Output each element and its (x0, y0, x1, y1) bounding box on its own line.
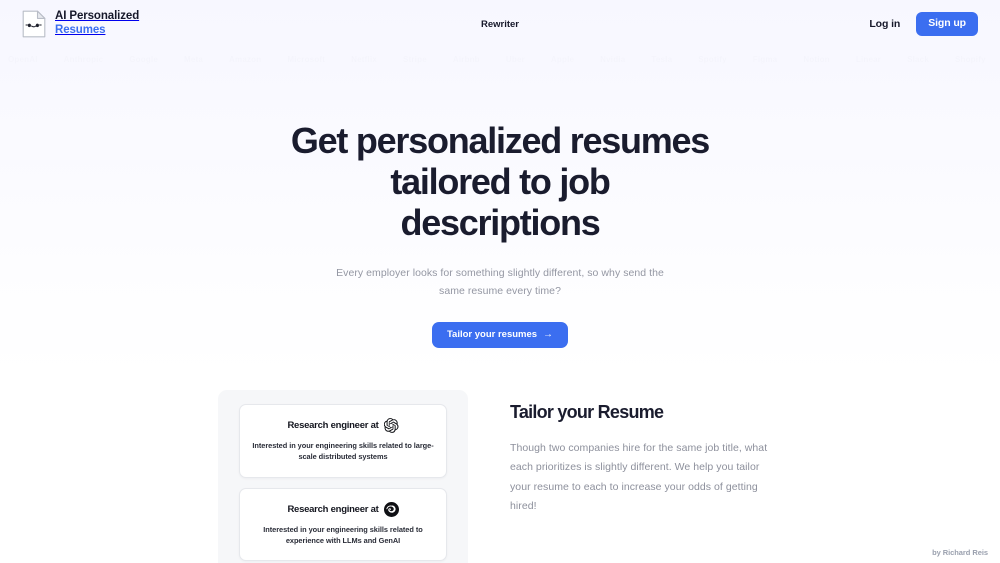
ticker-logo-item: Meta (184, 54, 204, 64)
job-card[interactable]: Research engineer at Interested in your … (239, 487, 447, 561)
hero-section: Get personalized resumes tailored to job… (0, 120, 1000, 348)
job-card-title: Research engineer at (287, 420, 379, 431)
job-card[interactable]: Research engineer at Interested in your … (239, 404, 447, 478)
header-actions: Log in Sign up (869, 12, 978, 36)
feature-visual-column: Research engineer at Interested in your … (0, 390, 500, 563)
footer-credit[interactable]: by Richard Reis (932, 548, 988, 557)
ticker-logo-item: OpenAI (8, 54, 38, 64)
job-cards-panel: Research engineer at Interested in your … (218, 390, 468, 563)
tailor-your-resumes-button[interactable]: Tailor your resumes → (431, 321, 569, 348)
login-link[interactable]: Log in (869, 18, 900, 30)
ticker-logo-item: Notion (803, 54, 830, 64)
ticker-logo-item: Google (129, 54, 158, 64)
ticker-logo-item: Netflix (351, 54, 378, 64)
ticker-logo-item: Apple (550, 54, 575, 64)
cta-label: Tailor your resumes (446, 329, 538, 340)
brand-text: AI Personalized Resumes (55, 10, 139, 37)
landing-page: AI Personalized Resumes Rewriter Log in … (0, 0, 1000, 563)
site-header: AI Personalized Resumes Rewriter Log in … (0, 0, 1000, 48)
signup-button[interactable]: Sign up (916, 12, 978, 36)
ticker-logo-item: Stripe (403, 54, 427, 64)
feature-body-text: Though two companies hire for the same j… (510, 442, 768, 513)
brand-logo-link[interactable]: AI Personalized Resumes (22, 10, 139, 38)
ticker-logo-item: Tesla (651, 54, 673, 64)
job-card-description: Interested in your engineering skills re… (252, 441, 434, 462)
ticker-logo-item: Spotify (698, 54, 727, 64)
hero-title: Get personalized resumes tailored to job… (290, 120, 710, 244)
ticker-logo-item: Shopify (954, 54, 986, 64)
ticker-logo-item: Airbnb (452, 54, 480, 64)
primary-nav: Rewriter (0, 0, 1000, 48)
job-card-header: Research engineer at (250, 501, 436, 517)
ticker-logo-item: Amazon (229, 54, 262, 64)
feature-text-column: Tailor your Resume Though two companies … (500, 390, 1000, 563)
ticker-logo-item: Uber (505, 54, 525, 64)
ticker-logo-item: Anthropic (63, 54, 104, 64)
feature-section: Research engineer at Interested in your … (0, 390, 1000, 563)
job-card-title: Research engineer at (287, 503, 379, 515)
nav-link-rewriter[interactable]: Rewriter (481, 19, 519, 30)
ticker-logo-item: Figma (752, 54, 778, 64)
ticker-logo-item: Nvidia (600, 54, 626, 64)
arrow-right-icon: → (543, 328, 554, 340)
partner-logo-ticker: OpenAI Anthropic Google Meta Amazon Microsoft… (0, 48, 1000, 70)
ticker-logo-item: Microsoft (287, 54, 326, 64)
brand-name-line-1: AI Personalized (55, 10, 140, 23)
job-card-header: Research engineer at (250, 418, 436, 433)
feature-title: Tailor your Resume (510, 402, 664, 422)
hero-subtitle: Every employer looks for something sligh… (336, 266, 664, 297)
document-face-icon (22, 10, 46, 38)
anthropic-swirl-logo-icon (383, 501, 399, 517)
brand-name-line-2: Resumes (55, 24, 106, 36)
ticker-logo-item: Slack (907, 54, 929, 64)
openai-logo-icon (383, 418, 399, 433)
ticker-logo-item: Linear (855, 54, 882, 64)
job-card-description: Interested in your engineering skills re… (263, 524, 423, 545)
hero-cta-wrapper: Tailor your resumes → (0, 321, 1000, 348)
